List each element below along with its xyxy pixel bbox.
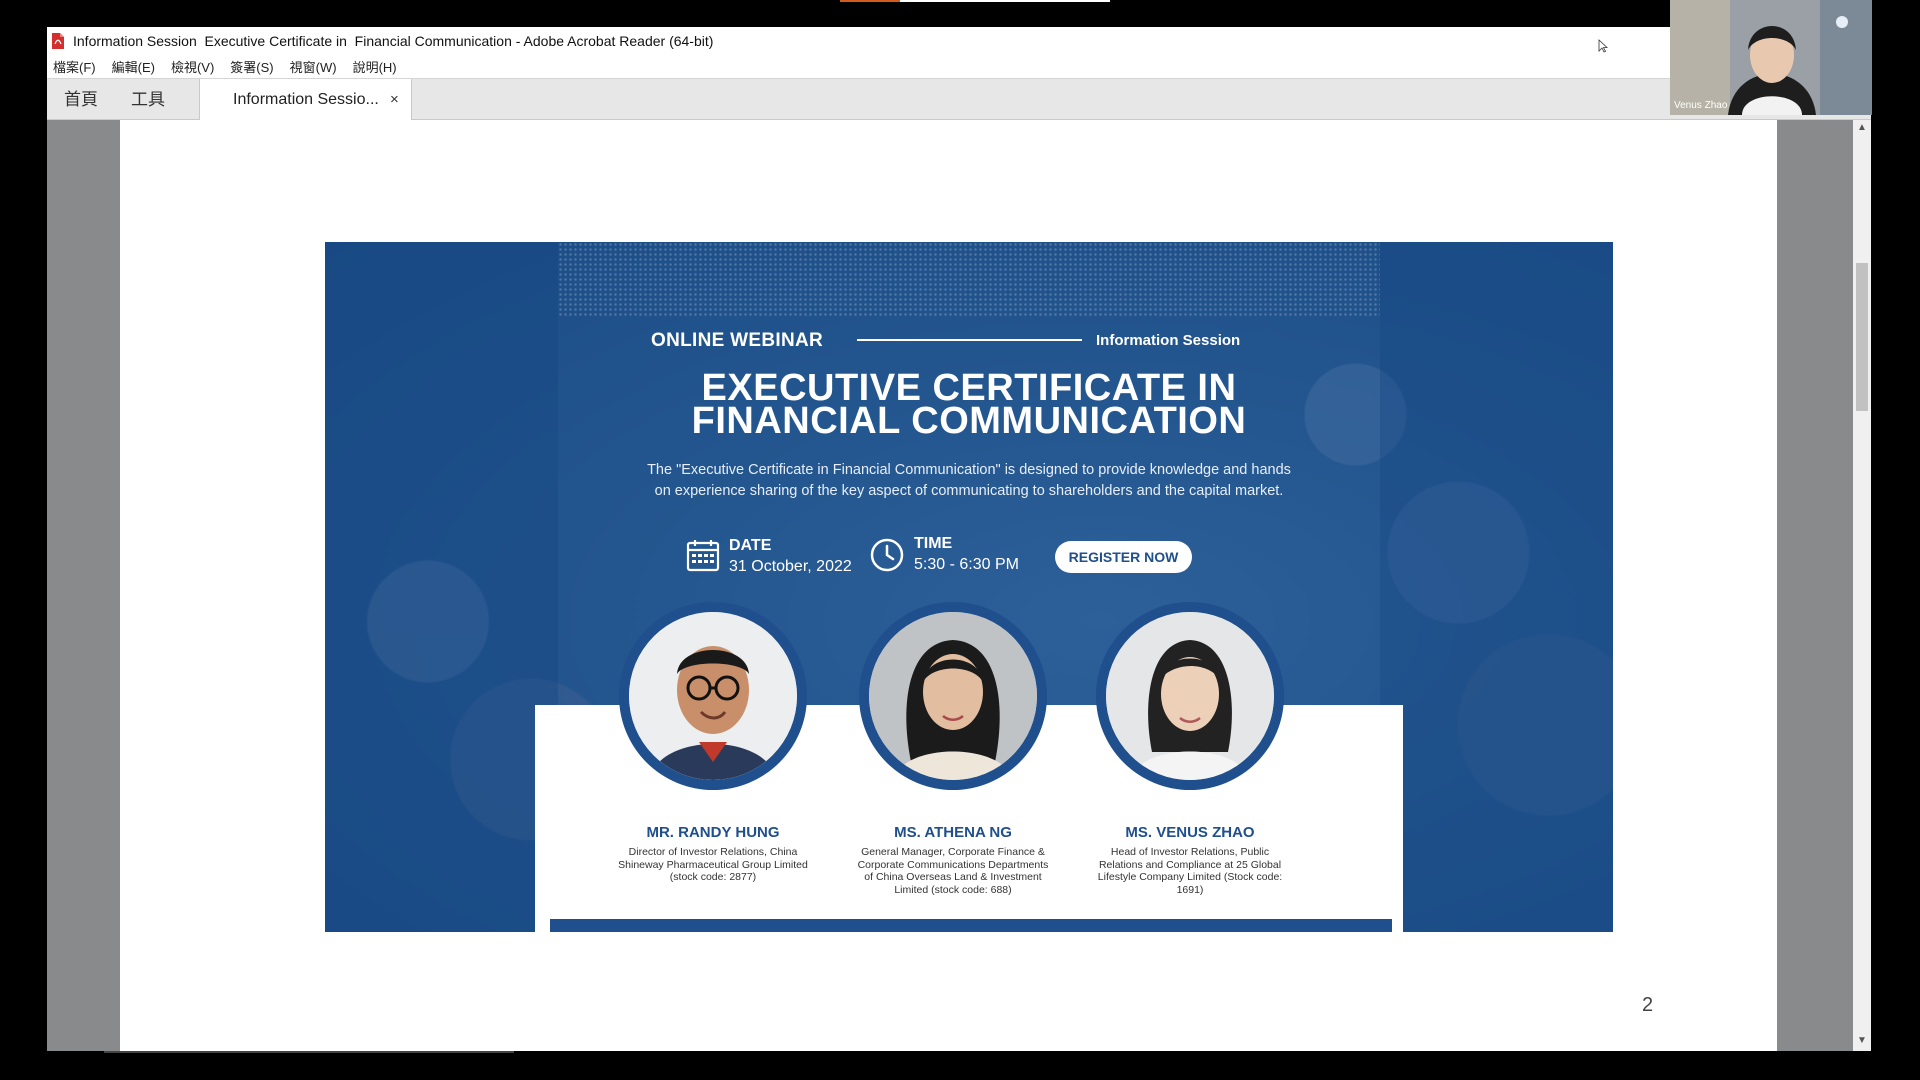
tab-document[interactable]: Information Sessio... × <box>199 79 412 121</box>
tab-tools[interactable]: 工具 <box>131 79 165 120</box>
time-label: TIME <box>914 535 953 552</box>
speaker-portrait <box>1106 612 1274 780</box>
avatar <box>869 612 1037 780</box>
bottom-strip <box>104 1051 514 1053</box>
date-label: DATE <box>729 537 772 554</box>
menu-window[interactable]: 視窗(W) <box>290 57 337 76</box>
speaker-portrait <box>629 612 797 780</box>
speaker-portrait <box>869 612 1037 780</box>
menu-file[interactable]: 檔案(F) <box>53 57 96 76</box>
speaker-name-venus-zhao: MS. VENUS ZHAO <box>1125 824 1255 841</box>
bottom-blue-strip <box>550 919 1392 932</box>
date-value: 31 October, 2022 <box>729 558 852 575</box>
cursor-icon <box>1598 39 1608 53</box>
participant-name: Venus Zhao <box>1674 100 1728 111</box>
page-number: 2 <box>1642 994 1654 1016</box>
participant-video[interactable]: Venus Zhao <box>1670 0 1872 115</box>
close-tab-icon[interactable]: × <box>390 79 399 120</box>
speaker-name-randy-hung: MR. RANDY HUNG <box>646 824 780 841</box>
avatar <box>629 612 797 780</box>
scroll-thumb[interactable] <box>1856 263 1868 411</box>
menu-help[interactable]: 說明(H) <box>353 57 397 76</box>
speaker-avatar-venus-zhao <box>1096 602 1284 790</box>
flyer-right-band <box>1380 242 1613 932</box>
speaker-avatar-randy-hung <box>619 602 807 790</box>
webinar-label: ONLINE WEBINAR <box>651 330 824 351</box>
webinar-flyer: ONLINE WEBINAR Information Session EXECU… <box>325 242 1613 932</box>
speaker-role-randy-hung: Director of Investor Relations, China Sh… <box>618 846 808 883</box>
menu-view[interactable]: 檢視(V) <box>171 57 214 76</box>
menu-bar: 檔案(F) 編輯(E) 檢視(V) 簽署(S) 視窗(W) 說明(H) <box>47 54 1871 78</box>
top-strip-accent <box>840 0 900 2</box>
flyer-description: The "Executive Certificate in Financial … <box>647 462 1291 499</box>
screen: Information Session Executive Certificat… <box>0 0 1920 1080</box>
session-label: Information Session <box>1096 332 1241 349</box>
speaker-avatar-athena-ng <box>859 602 1047 790</box>
clock-icon <box>870 538 904 572</box>
avatar <box>1106 612 1274 780</box>
calendar-icon <box>686 540 720 572</box>
menu-edit[interactable]: 編輯(E) <box>112 57 155 76</box>
tab-document-label: Information Sessio... <box>233 91 379 108</box>
title-bar: Information Session Executive Certificat… <box>47 27 1871 54</box>
scroll-up-icon[interactable]: ▲ <box>1853 122 1871 136</box>
halftone-pattern <box>558 242 1380 317</box>
menu-sign[interactable]: 簽署(S) <box>230 57 273 76</box>
window-title: Information Session Executive Certificat… <box>73 32 714 49</box>
flyer-title: EXECUTIVE CERTIFICATE IN FINANCIAL COMMU… <box>325 369 1613 442</box>
scroll-down-icon[interactable]: ▼ <box>1853 1035 1871 1049</box>
tab-home[interactable]: 首頁 <box>64 79 98 120</box>
pdf-icon <box>52 32 64 49</box>
flyer-title-line2: FINANCIAL COMMUNICATION <box>691 400 1247 442</box>
divider-line <box>857 339 1082 341</box>
tab-bar: 首頁 工具 Information Sessio... × <box>47 78 1871 121</box>
time-value: 5:30 - 6:30 PM <box>914 556 1019 573</box>
register-now-button[interactable]: REGISTER NOW <box>1055 541 1192 573</box>
speaker-name-athena-ng: MS. ATHENA NG <box>894 824 1012 841</box>
flyer-left-band <box>325 242 558 932</box>
speaker-role-athena-ng: General Manager, Corporate Finance & Cor… <box>857 846 1049 896</box>
participant-video-feed <box>1670 0 1872 115</box>
speaker-role-venus-zhao: Head of Investor Relations, Public Relat… <box>1097 846 1283 896</box>
vertical-scrollbar[interactable]: ▲ ▼ <box>1853 120 1871 1051</box>
